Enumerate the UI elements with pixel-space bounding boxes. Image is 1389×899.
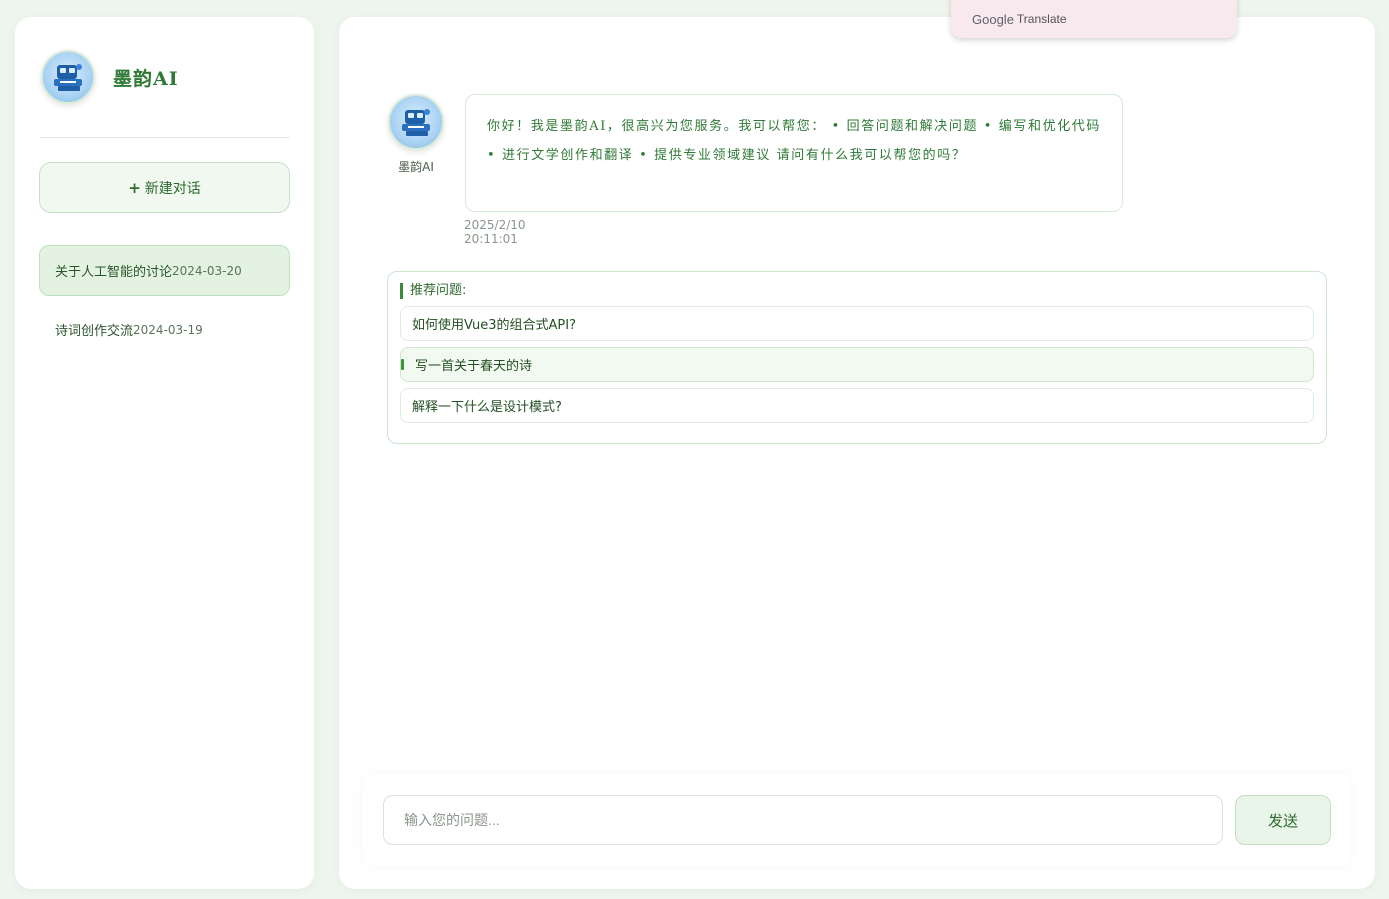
suggestion-item[interactable]: 解释一下什么是设计模式? (400, 388, 1314, 423)
conversation-item[interactable]: 关于人工智能的讨论 2024-03-20 (39, 245, 290, 296)
message-bubble: 你好！我是墨韵AI，很高兴为您服务。我可以帮您： • 回答问题和解决问题 • 编… (465, 94, 1123, 212)
chat-panel: 墨韵AI 你好！我是墨韵AI，很高兴为您服务。我可以帮您： • 回答问题和解决问… (339, 17, 1375, 889)
message-sender: 墨韵AI (398, 160, 434, 174)
new-chat-button[interactable]: + 新建对话 (39, 162, 290, 213)
conversation-list: 关于人工智能的讨论 2024-03-20 诗词创作交流 2024-03-19 (39, 245, 290, 355)
brand-header: 墨韵AI (39, 17, 290, 138)
conversation-title: 诗词创作交流 (55, 324, 134, 339)
conversation-item[interactable]: 诗词创作交流 2024-03-19 (39, 304, 290, 355)
suggested-questions: 推荐问题: 如何使用Vue3的组合式API? 写一首关于春天的诗 解释一下什么是… (387, 271, 1327, 444)
suggestion-item[interactable]: 写一首关于春天的诗 (400, 347, 1314, 382)
message-timestamp: 2025/2/10 20:11:01 (464, 218, 526, 246)
sidebar: 墨韵AI + 新建对话 关于人工智能的讨论 2024-03-20 诗词创作交流 20… (15, 17, 314, 889)
question-input[interactable] (383, 795, 1223, 845)
conversation-date: 2024-03-19 (133, 322, 203, 337)
assistant-avatar (388, 94, 444, 150)
brand-name: 墨韵AI (113, 67, 179, 90)
plus-icon: + (128, 178, 141, 197)
conversation-title: 关于人工智能的讨论 (55, 265, 173, 280)
brand-logo (41, 50, 95, 104)
new-chat-label: 新建对话 (144, 180, 201, 197)
translate-label: Translate (1016, 12, 1067, 26)
robot-logo-icon (54, 64, 82, 91)
suggestions-title: 推荐问题: (400, 283, 1314, 299)
conversation-date: 2024-03-20 (172, 263, 242, 278)
google-logo: Google (972, 11, 1014, 27)
composer: 发送 (363, 774, 1351, 866)
send-button[interactable]: 发送 (1235, 795, 1331, 845)
google-translate-popup[interactable]: Google Translate (951, 0, 1237, 38)
robot-logo-icon (402, 109, 430, 136)
suggestion-item[interactable]: 如何使用Vue3的组合式API? (400, 306, 1314, 341)
